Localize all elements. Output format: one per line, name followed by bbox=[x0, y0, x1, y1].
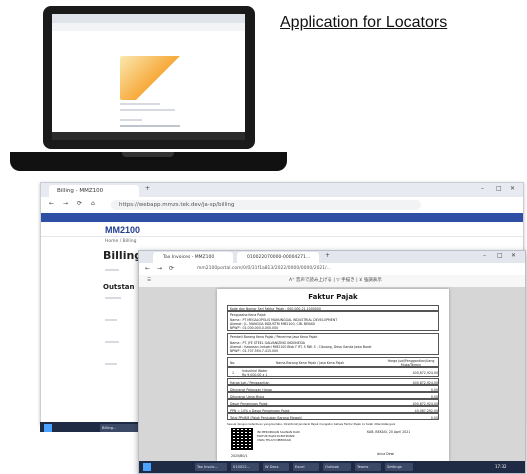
col-name: Nama Barang Kena Pajak / Jasa Kena Pajak bbox=[276, 361, 345, 365]
start-icon[interactable] bbox=[143, 463, 151, 471]
mini-text-line bbox=[120, 109, 175, 111]
url-field[interactable]: mm2100portal.com/0/0/31f1a813/2022/0000/… bbox=[197, 263, 331, 275]
mini-text-line bbox=[120, 119, 142, 121]
side-text-line bbox=[105, 341, 119, 343]
breadcrumb: Home / Billing bbox=[105, 239, 137, 244]
site-logo: MM2100 bbox=[105, 225, 141, 235]
site-top-bar bbox=[41, 213, 523, 222]
back-icon[interactable]: ← bbox=[145, 263, 150, 275]
taskbar-left: Billing... bbox=[40, 422, 141, 432]
seller-npwp: NPWP : 01.000.000.0-000.000 bbox=[230, 326, 279, 330]
buyer-header: Pembeli Barang Kena Pajak / Penerima Jas… bbox=[230, 335, 318, 339]
row-label: Dasar Pengenaan Pajak bbox=[230, 401, 268, 406]
items-header: No. Nama Barang Kena Pajak / Jasa Kena P… bbox=[227, 357, 439, 367]
reload-icon[interactable]: ⟳ bbox=[77, 200, 82, 207]
taskbar-item[interactable]: 010022... bbox=[231, 463, 259, 471]
home-icon[interactable]: ⌂ bbox=[91, 200, 95, 207]
tab-tax-invoices[interactable]: Tax Invoices - MMZ100 bbox=[153, 252, 233, 263]
row-label: Total PPnBM (Pajak Penjualan Barang Mewa… bbox=[230, 415, 303, 420]
row-amount: 40,087,292.00 bbox=[414, 408, 438, 413]
seller-box: Pengusaha Kena Pajak Nama : PT MEGALOPOL… bbox=[227, 311, 439, 331]
item-amount: 400,872,924.00 bbox=[412, 371, 438, 375]
start-icon[interactable] bbox=[44, 424, 52, 432]
mini-text-line bbox=[120, 125, 180, 127]
buyer-npwp: NPWP : 01.707.594.7-415.000 bbox=[230, 349, 279, 353]
row-amount: 0.00 bbox=[430, 415, 438, 420]
reload-icon[interactable]: ⟳ bbox=[169, 263, 174, 275]
tab-billing[interactable]: Billing - MMZ100 bbox=[49, 185, 139, 197]
doc-id: 2020/B0/1 bbox=[231, 454, 248, 458]
pdf-viewer-window: Tax Invoices - MMZ100 010022070000-00004… bbox=[138, 250, 526, 474]
new-tab-icon[interactable]: + bbox=[145, 185, 150, 192]
table-row: Dasar Pengenaan Pajak 400,872,924.00 bbox=[227, 399, 439, 406]
clock: 17:32 bbox=[495, 464, 507, 469]
pdf-page: Faktur Pajak Kode dan Nomor Seri Faktur … bbox=[217, 289, 449, 461]
qr-note: INI MERUPAKAN SALINAN DARI FAKTUR PAJAK … bbox=[257, 430, 300, 442]
mini-page bbox=[52, 31, 245, 132]
row-label: Harga Jual / Penggantian bbox=[230, 380, 270, 385]
row-amount: 0.00 bbox=[430, 387, 438, 392]
row-amount: 400,872,924.00 bbox=[412, 401, 438, 406]
seller-header: Pengusaha Kena Pajak bbox=[230, 313, 266, 317]
city-date: KAB. BEKASI, 20 April 2021 bbox=[367, 430, 411, 434]
signer-name: Anna Dewi bbox=[377, 452, 395, 456]
close-icon[interactable]: ✕ bbox=[511, 252, 516, 259]
taskbar-item[interactable]: Settings bbox=[385, 463, 413, 471]
taskbar-item[interactable]: W Docs bbox=[263, 463, 289, 471]
page-title: Billing bbox=[103, 249, 143, 262]
invoice-title: Faktur Pajak bbox=[308, 293, 358, 301]
row-label: Dikurangi Potongan Harga bbox=[230, 387, 272, 392]
footer-note: Sesuai dengan ketentuan yang berlaku, Di… bbox=[227, 422, 396, 426]
close-icon[interactable]: ✕ bbox=[510, 185, 515, 192]
taskbar-item[interactable]: Billing... bbox=[100, 424, 138, 432]
new-tab-icon[interactable]: + bbox=[325, 252, 330, 259]
table-row: PPN = 10% x Dasar Pengenaan Pajak 40,087… bbox=[227, 406, 439, 413]
row-amount: 0.00 bbox=[430, 394, 438, 399]
item-detail: Rp 9,000.00 x 1 bbox=[242, 373, 268, 377]
side-text-line bbox=[105, 297, 121, 299]
forward-icon[interactable]: → bbox=[157, 263, 162, 275]
taskbar-item[interactable]: Outlook bbox=[323, 463, 351, 471]
item-no: 1 bbox=[232, 371, 235, 375]
side-text-line bbox=[105, 319, 117, 321]
side-text-line bbox=[105, 269, 119, 271]
row-label: Dikurangi Uang Muka bbox=[230, 394, 265, 399]
taskbar: Tax Invoic... 010022... W Docs Excel Out… bbox=[139, 461, 525, 473]
col-no: No. bbox=[230, 361, 236, 365]
toc-icon[interactable]: ☰ bbox=[147, 275, 151, 287]
pdf-tools[interactable]: A⁺ 音声で読み上げる | ▽ 手描き | ⊻ 強調表示 bbox=[289, 275, 382, 287]
table-row: 1 Industrial Water Rp 9,000.00 x 1 400,8… bbox=[227, 367, 439, 377]
taskbar-item[interactable]: Teams bbox=[355, 463, 381, 471]
minimize-icon[interactable]: – bbox=[483, 252, 486, 259]
forward-icon[interactable]: → bbox=[63, 200, 68, 207]
url-field[interactable]: https://webapp.mmzs.tek.dev/ja-sp/billin… bbox=[111, 200, 421, 210]
tab-bar: Billing - MMZ100 + – □ ✕ bbox=[41, 183, 523, 197]
tab-pdf[interactable]: 010022070000-00004271... bbox=[237, 252, 319, 263]
section-title: Outstan bbox=[103, 283, 135, 291]
mini-hero-image bbox=[120, 56, 184, 100]
table-row: Total PPnBM (Pajak Penjualan Barang Mewa… bbox=[227, 413, 439, 420]
mini-taskbar bbox=[52, 132, 245, 140]
buyer-box: Pembeli Barang Kena Pajak / Penerima Jas… bbox=[227, 333, 439, 355]
tab-bar: Tax Invoices - MMZ100 010022070000-00004… bbox=[139, 251, 525, 263]
minimize-icon[interactable]: – bbox=[481, 185, 484, 192]
maximize-icon[interactable]: □ bbox=[497, 252, 503, 259]
application-link[interactable]: Application for Locators bbox=[280, 14, 447, 32]
row-label: PPN = 10% x Dasar Pengenaan Pajak bbox=[230, 408, 290, 413]
maximize-icon[interactable]: □ bbox=[496, 185, 502, 192]
laptop-base bbox=[10, 152, 287, 171]
qr-code bbox=[231, 428, 253, 450]
col-price: Harga Jual/Penggantian/Uang Muka/Termin bbox=[387, 359, 435, 367]
taskbar-item[interactable]: Tax Invoic... bbox=[195, 463, 227, 471]
table-row: Harga Jual / Penggantian 400,872,924.00 bbox=[227, 378, 439, 385]
mini-tab-bar bbox=[52, 14, 245, 23]
table-row: Dikurangi Potongan Harga 0.00 bbox=[227, 385, 439, 392]
back-icon[interactable]: ← bbox=[49, 200, 54, 207]
side-text-line bbox=[105, 363, 117, 365]
taskbar-item[interactable]: Excel bbox=[293, 463, 319, 471]
laptop-screen bbox=[52, 14, 245, 140]
row-amount: 400,872,924.00 bbox=[412, 380, 438, 385]
mini-text-line bbox=[120, 103, 160, 105]
table-row: Dikurangi Uang Muka 0.00 bbox=[227, 392, 439, 399]
